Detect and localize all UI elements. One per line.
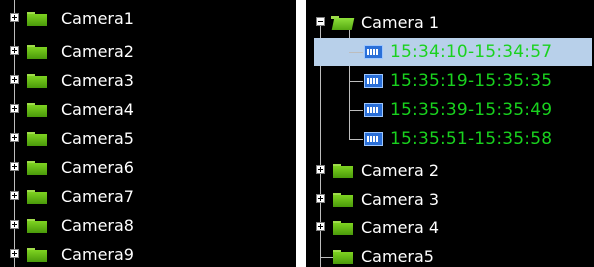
tree-node-camera5[interactable]: Camera5 xyxy=(306,243,594,267)
folder-icon xyxy=(27,190,47,204)
folder-icon xyxy=(333,164,353,178)
tree-node-camera8[interactable]: Camera8 xyxy=(0,212,296,240)
recording-icon xyxy=(364,72,384,90)
plus-expander-icon[interactable] xyxy=(10,191,19,200)
folder-icon xyxy=(27,219,47,233)
tree-node-label: Camera 3 xyxy=(361,190,440,209)
tree-node-camera-4[interactable]: Camera 4 xyxy=(306,214,594,242)
plus-expander-icon[interactable] xyxy=(10,46,19,55)
recording-icon xyxy=(364,130,384,148)
plus-expander-icon[interactable] xyxy=(10,162,19,171)
plus-expander-icon[interactable] xyxy=(316,165,325,174)
folder-icon xyxy=(27,45,47,59)
plus-expander-icon[interactable] xyxy=(10,249,19,258)
plus-expander-icon[interactable] xyxy=(10,220,19,229)
tree-node-label: Camera6 xyxy=(61,158,134,177)
tree-line xyxy=(320,257,334,258)
tree-node-camera-2[interactable]: Camera 2 xyxy=(306,157,594,185)
tree-node-label: Camera 1 xyxy=(361,13,440,32)
tree-node-camera5[interactable]: Camera5 xyxy=(0,125,296,153)
recording-item[interactable]: 15:35:39-15:35:49 xyxy=(306,96,594,124)
tree-node-label: Camera8 xyxy=(61,216,134,235)
open-folder-icon xyxy=(331,16,355,30)
tree-node-camera-3[interactable]: Camera 3 xyxy=(306,186,594,214)
camera-tree-collapsed: Camera1 Camera2 Camera3 Camera4 Camera5 … xyxy=(0,0,296,267)
tree-node-label: Camera4 xyxy=(61,100,134,119)
tree-line xyxy=(349,139,363,140)
tree-node-label: Camera 4 xyxy=(361,218,440,237)
recording-item[interactable]: 15:35:51-15:35:58 xyxy=(306,125,594,153)
folder-icon xyxy=(27,248,47,262)
recording-icon xyxy=(364,43,384,61)
recording-item[interactable]: 15:35:19-15:35:35 xyxy=(306,67,594,95)
tree-node-label: Camera3 xyxy=(61,71,134,90)
tree-node-camera9[interactable]: Camera9 xyxy=(0,241,296,267)
tree-node-camera7[interactable]: Camera7 xyxy=(0,183,296,211)
tree-node-label: Camera7 xyxy=(61,187,134,206)
plus-expander-icon[interactable] xyxy=(10,75,19,84)
tree-node-label: Camera2 xyxy=(61,42,134,61)
tree-line xyxy=(349,81,363,82)
folder-icon xyxy=(333,250,353,264)
folder-icon xyxy=(27,132,47,146)
tree-node-camera1[interactable]: Camera1 xyxy=(0,5,296,33)
folder-icon xyxy=(27,161,47,175)
tree-node-label: Camera9 xyxy=(61,245,134,264)
recording-label: 15:34:10-15:34:57 xyxy=(390,42,553,62)
tree-node-camera-1[interactable]: Camera 1 xyxy=(306,9,594,37)
tree-node-label: Camera5 xyxy=(361,247,434,266)
tree-node-label: Camera1 xyxy=(61,9,134,28)
recording-icon xyxy=(364,101,384,119)
tree-line xyxy=(349,52,363,53)
minus-expander-icon[interactable] xyxy=(316,17,325,26)
tree-node-label: Camera 2 xyxy=(361,161,440,180)
recording-label: 15:35:51-15:35:58 xyxy=(390,129,553,149)
tree-node-camera6[interactable]: Camera6 xyxy=(0,154,296,182)
plus-expander-icon[interactable] xyxy=(316,222,325,231)
recording-label: 15:35:19-15:35:35 xyxy=(390,71,553,91)
plus-expander-icon[interactable] xyxy=(316,194,325,203)
camera-tree-expanded: Camera 1 15:34:10-15:34:57 15:35:19-15:3… xyxy=(306,0,594,267)
tree-line xyxy=(349,110,363,111)
tree-node-camera3[interactable]: Camera3 xyxy=(0,67,296,95)
plus-expander-icon[interactable] xyxy=(10,104,19,113)
tree-node-label: Camera5 xyxy=(61,129,134,148)
plus-expander-icon[interactable] xyxy=(10,13,19,22)
folder-icon xyxy=(333,193,353,207)
folder-icon xyxy=(27,12,47,26)
recording-label: 15:35:39-15:35:49 xyxy=(390,100,553,120)
folder-icon xyxy=(333,221,353,235)
tree-node-camera4[interactable]: Camera4 xyxy=(0,96,296,124)
folder-icon xyxy=(27,103,47,117)
folder-icon xyxy=(27,74,47,88)
tree-node-camera2[interactable]: Camera2 xyxy=(0,38,296,66)
recording-item[interactable]: 15:34:10-15:34:57 xyxy=(314,38,592,66)
plus-expander-icon[interactable] xyxy=(10,133,19,142)
